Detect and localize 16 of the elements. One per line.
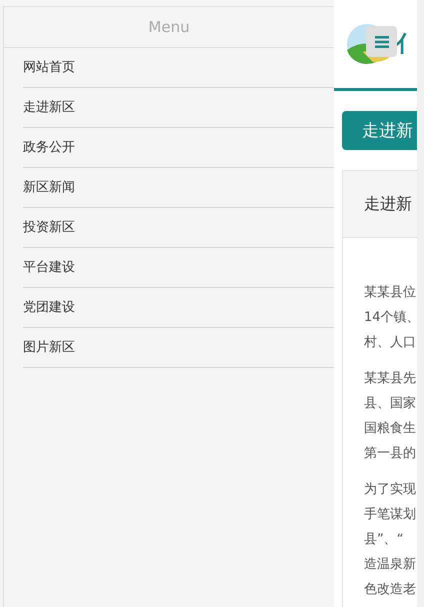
menu-icon xyxy=(374,36,388,48)
section-button[interactable]: 走进新 xyxy=(342,111,417,150)
paragraph-line: 色改造老 xyxy=(364,581,417,599)
paragraph-line: 村、人口 xyxy=(364,334,417,352)
paragraph-line: 造温泉新 xyxy=(364,556,417,574)
paragraph-line: 为了实现 xyxy=(364,481,417,499)
paragraph-line: 国粮食生 xyxy=(364,420,417,438)
card-title: 走进新 xyxy=(343,171,417,238)
menu-button[interactable] xyxy=(366,26,397,57)
paragraph-line: 县”、“ xyxy=(364,531,404,549)
paragraph-line: 手笔谋划 xyxy=(364,506,417,524)
paragraph-line: 第一县的 xyxy=(364,445,417,463)
paragraph-line: 某某县先 xyxy=(364,370,417,388)
paragraph-line: 某某县位 xyxy=(364,284,417,302)
paragraph-line: 14个镇、 xyxy=(364,309,417,327)
paragraph-line: 县、国家 xyxy=(364,395,417,413)
